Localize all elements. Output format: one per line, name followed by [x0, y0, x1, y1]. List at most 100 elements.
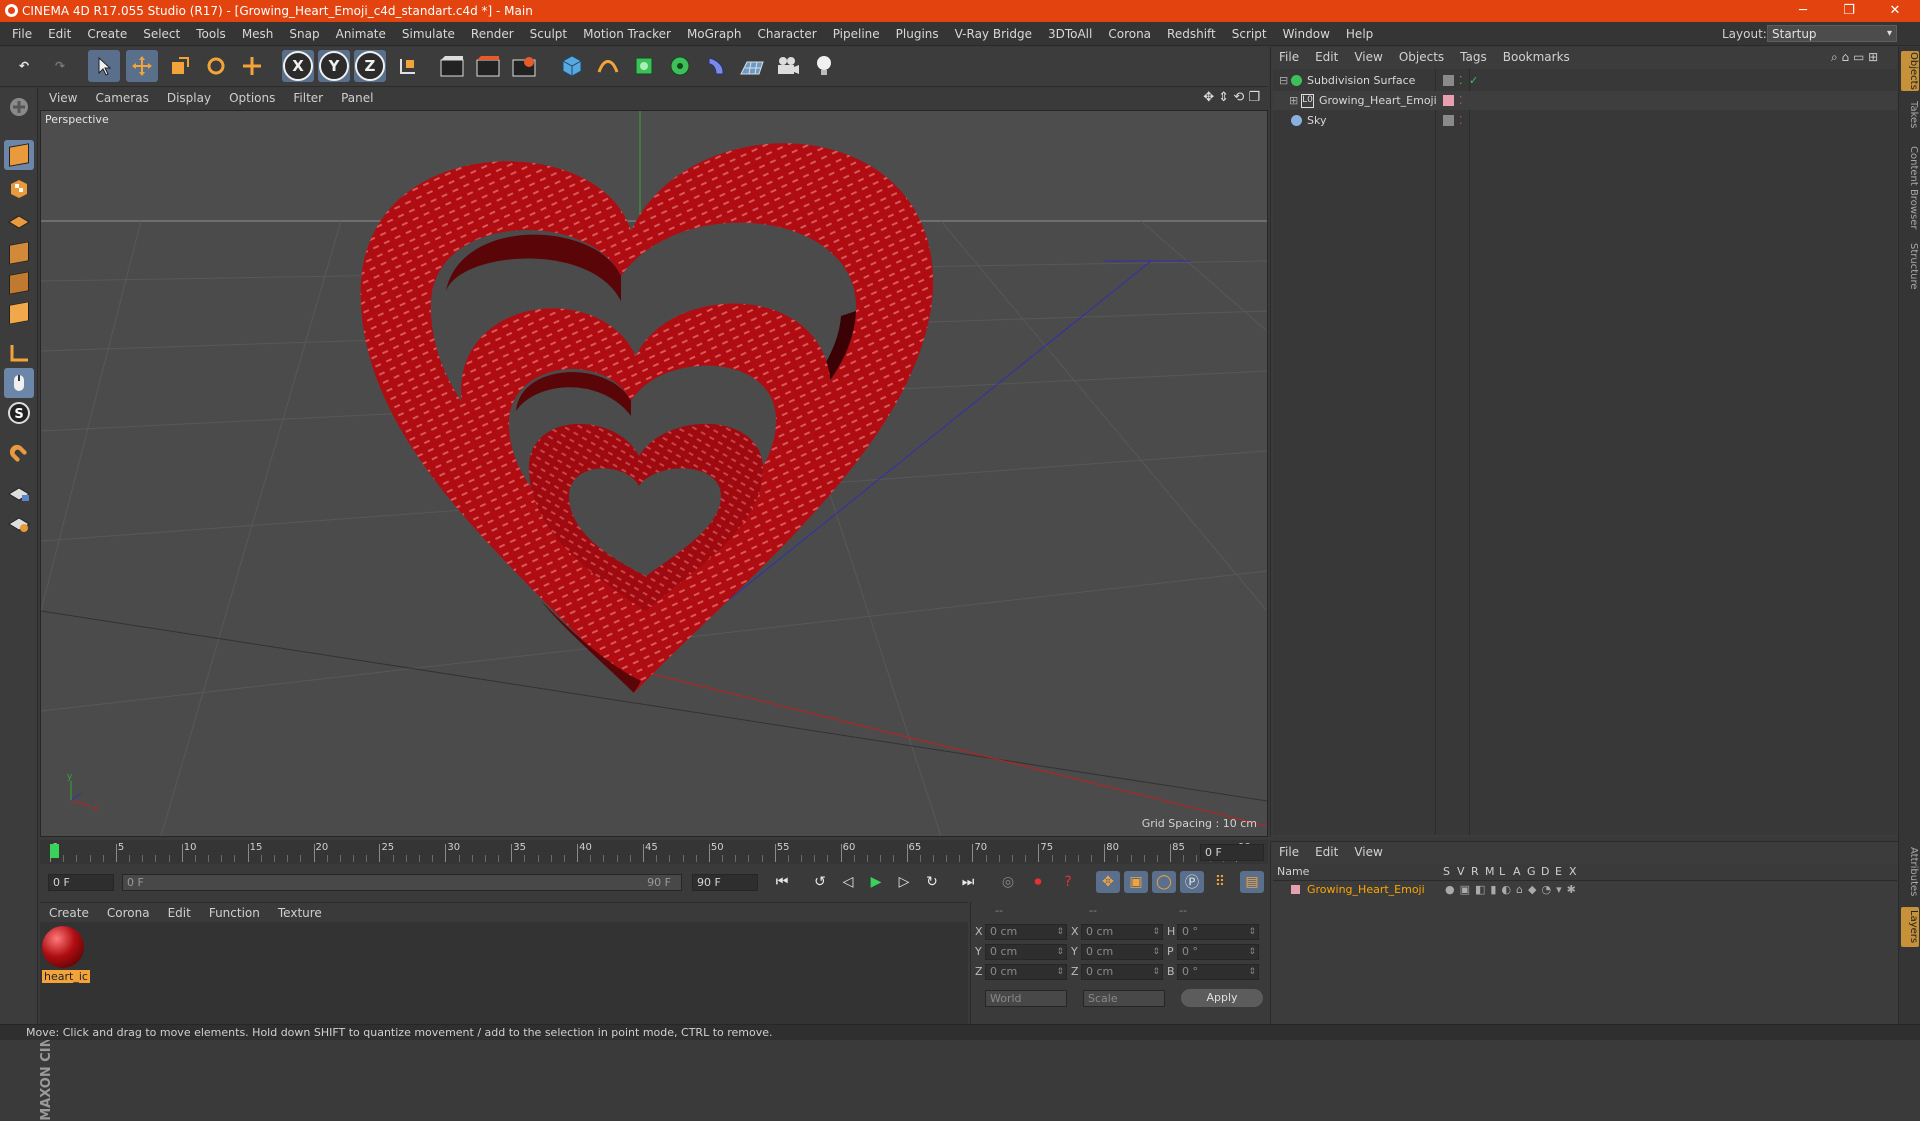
points-mode-icon[interactable]: [4, 238, 34, 268]
viewport-menu-cameras[interactable]: Cameras: [86, 91, 157, 105]
key-pla-icon[interactable]: ⠿: [1208, 871, 1232, 893]
menu-item-corona[interactable]: Corona: [1100, 27, 1159, 41]
key-parameter-icon[interactable]: Ⓟ: [1180, 871, 1204, 893]
layer-row[interactable]: Growing_Heart_Emoji ●▣◧▮◐⌂◆◔▾✱: [1273, 881, 1897, 899]
enabled-check-icon[interactable]: ✓: [1469, 71, 1478, 90]
layer-column-v[interactable]: V: [1457, 864, 1465, 880]
go-to-start-icon[interactable]: ⏮: [770, 871, 794, 893]
previous-key-icon[interactable]: ↺: [808, 871, 832, 893]
key-scale-icon[interactable]: ▣: [1124, 871, 1148, 893]
tab-content-browser[interactable]: Content Browser: [1901, 143, 1919, 233]
move-tool-icon[interactable]: [126, 50, 158, 82]
menu-item-pipeline[interactable]: Pipeline: [825, 27, 888, 41]
material-menu-create[interactable]: Create: [40, 906, 98, 920]
locked-workplane-icon[interactable]: [4, 508, 34, 538]
layer-menu-file[interactable]: File: [1271, 845, 1307, 859]
coord-value-field[interactable]: 0 °: [1177, 924, 1259, 940]
object-menu-edit[interactable]: Edit: [1307, 50, 1346, 64]
menu-item-file[interactable]: File: [4, 27, 40, 41]
record-keys-icon[interactable]: ◎: [996, 871, 1020, 893]
layer-tag-icon[interactable]: [1443, 115, 1454, 126]
next-key-icon[interactable]: ↻: [920, 871, 944, 893]
viewport-menu-filter[interactable]: Filter: [284, 91, 332, 105]
coord-value-field[interactable]: 0 °: [1177, 964, 1259, 980]
floor-icon[interactable]: [736, 50, 768, 82]
layer-color-tag-icon[interactable]: [1443, 95, 1454, 106]
menu-item-character[interactable]: Character: [749, 27, 824, 41]
layer-column-name[interactable]: Name: [1277, 864, 1309, 880]
menu-item-mograph[interactable]: MoGraph: [679, 27, 750, 41]
material-menu-texture[interactable]: Texture: [269, 906, 331, 920]
current-frame-field[interactable]: 0 F: [1200, 844, 1264, 861]
deformer-icon[interactable]: [700, 50, 732, 82]
y-axis-lock-button[interactable]: Y: [318, 50, 350, 82]
apply-button[interactable]: Apply: [1181, 989, 1263, 1007]
undo-icon[interactable]: ↶: [8, 50, 40, 82]
layer-menu-edit[interactable]: Edit: [1307, 845, 1346, 859]
magnet-icon[interactable]: [4, 438, 34, 468]
layer-column-r[interactable]: R: [1471, 864, 1479, 880]
coord-value-field[interactable]: 0 cm: [1081, 944, 1163, 960]
menu-item-simulate[interactable]: Simulate: [394, 27, 463, 41]
tab-attributes[interactable]: Attributes: [1901, 843, 1919, 901]
object-row-growing-heart-emoji[interactable]: ⊞ L0 Growing_Heart_Emoji ⁚: [1273, 91, 1897, 110]
step-forward-icon[interactable]: ▷: [892, 871, 916, 893]
snap-icon[interactable]: S: [4, 398, 34, 428]
play-icon[interactable]: ▶: [864, 871, 888, 893]
playhead[interactable]: [50, 844, 59, 858]
tab-layers[interactable]: Layers: [1901, 907, 1919, 947]
z-axis-lock-button[interactable]: Z: [354, 50, 386, 82]
menu-item-help[interactable]: Help: [1338, 27, 1381, 41]
go-to-end-icon[interactable]: ⏭: [956, 871, 980, 893]
key-position-icon[interactable]: ✥: [1096, 871, 1120, 893]
camera-icon[interactable]: [772, 50, 804, 82]
key-rotation-icon[interactable]: ◯: [1152, 871, 1176, 893]
layer-column-g[interactable]: G: [1527, 864, 1536, 880]
material-menu-function[interactable]: Function: [200, 906, 269, 920]
tweak-mode-icon[interactable]: [4, 368, 34, 398]
menu-item-edit[interactable]: Edit: [40, 27, 79, 41]
object-row-sky[interactable]: Sky ⁚: [1273, 111, 1897, 130]
render-settings-icon[interactable]: [508, 50, 540, 82]
model-mode-icon[interactable]: [4, 140, 34, 170]
layout-dropdown[interactable]: Startup: [1767, 25, 1897, 42]
keyframe-selection-icon[interactable]: ?: [1056, 871, 1080, 893]
menu-item-script[interactable]: Script: [1224, 27, 1275, 41]
autokey-icon[interactable]: ⏺: [1026, 871, 1050, 893]
visibility-dots-icon[interactable]: ⁚: [1459, 111, 1463, 130]
menu-item-render[interactable]: Render: [463, 27, 522, 41]
edges-mode-icon[interactable]: [4, 268, 34, 298]
rotate-tool-icon[interactable]: [200, 50, 232, 82]
visibility-dots-icon[interactable]: ⁚: [1459, 71, 1463, 90]
material-menu-edit[interactable]: Edit: [159, 906, 200, 920]
layer-column-e[interactable]: E: [1555, 864, 1562, 880]
viewport-menu-display[interactable]: Display: [158, 91, 220, 105]
menu-item-animate[interactable]: Animate: [328, 27, 394, 41]
scale-tool-icon[interactable]: [164, 50, 196, 82]
timeline-ruler[interactable]: 051015202530354045505560657075808590 0 F: [40, 840, 1268, 864]
coord-value-field[interactable]: 0 cm: [985, 944, 1067, 960]
visibility-dots-icon[interactable]: ⁚: [1459, 91, 1463, 110]
cloner-icon[interactable]: [664, 50, 696, 82]
texture-mode-icon[interactable]: [4, 174, 34, 204]
coord-value-field[interactable]: 0 cm: [1081, 924, 1163, 940]
menu-item-redshift[interactable]: Redshift: [1159, 27, 1224, 41]
object-menu-view[interactable]: View: [1346, 50, 1390, 64]
close-button[interactable]: ✕: [1872, 0, 1918, 22]
menu-item-mesh[interactable]: Mesh: [234, 27, 282, 41]
coord-value-field[interactable]: 0 cm: [985, 964, 1067, 980]
axis-mode-icon[interactable]: [4, 338, 34, 368]
menu-item-motion-tracker[interactable]: Motion Tracker: [575, 27, 679, 41]
coord-value-field[interactable]: 0 cm: [1081, 964, 1163, 980]
object-menu-tags[interactable]: Tags: [1452, 50, 1495, 64]
spline-pen-icon[interactable]: [592, 50, 624, 82]
step-back-icon[interactable]: ◁: [836, 871, 860, 893]
menu-item-3dtoall[interactable]: 3DToAll: [1040, 27, 1100, 41]
cube-object-icon[interactable]: [556, 50, 588, 82]
menu-item-plugins[interactable]: Plugins: [888, 27, 947, 41]
menu-item-tools[interactable]: Tools: [188, 27, 234, 41]
redo-icon[interactable]: ↷: [44, 50, 76, 82]
recent-tool-icon[interactable]: [236, 50, 268, 82]
make-editable-icon[interactable]: [4, 92, 34, 122]
layer-tag-icon[interactable]: [1443, 75, 1454, 86]
